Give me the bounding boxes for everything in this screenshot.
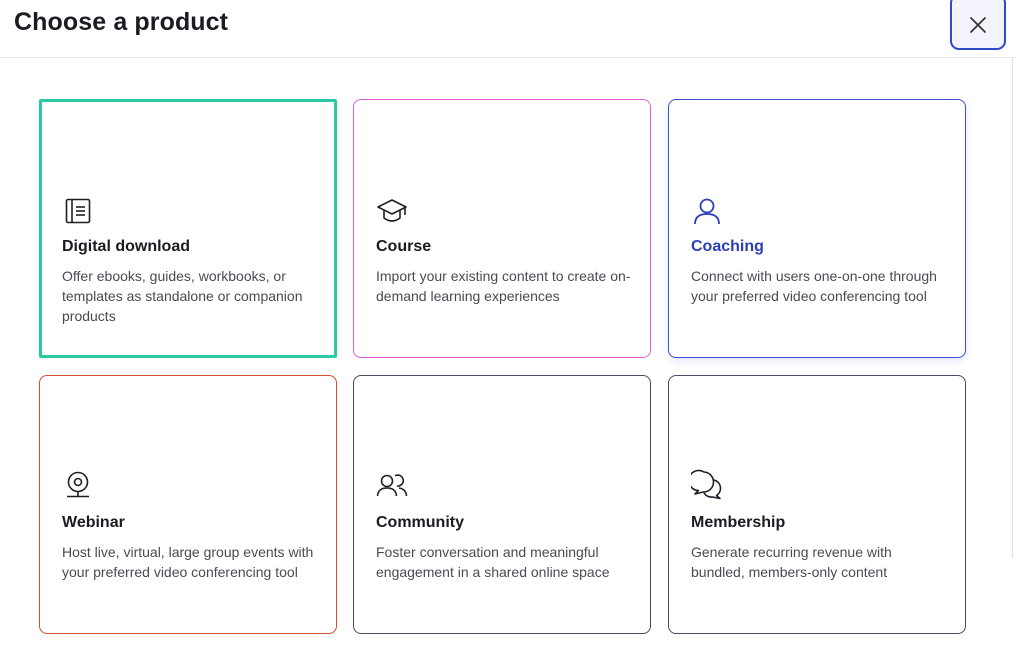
close-button[interactable] <box>950 0 1006 50</box>
product-card-webinar[interactable]: Webinar Host live, virtual, large group … <box>39 375 337 634</box>
notebook-icon <box>65 198 91 224</box>
scrollbar-track <box>1012 58 1013 558</box>
product-description: Import your existing content to create o… <box>376 268 631 304</box>
product-title: Coaching <box>691 238 764 255</box>
product-title: Webinar <box>62 514 125 531</box>
product-description: Offer ebooks, guides, workbooks, or temp… <box>62 268 303 324</box>
product-card-community[interactable]: Community Foster conversation and meanin… <box>353 375 651 634</box>
modal-header: Choose a product <box>0 0 1016 58</box>
product-card-course[interactable]: Course Import your existing content to c… <box>353 99 651 358</box>
webcam-icon <box>67 471 89 498</box>
product-title: Membership <box>691 514 786 531</box>
page-title: Choose a product <box>14 8 229 36</box>
close-icon <box>970 17 986 33</box>
chat-bubbles-icon <box>691 469 722 500</box>
product-card-coaching[interactable]: Coaching Connect with users one-on-one t… <box>668 99 966 358</box>
product-card-digital-download[interactable]: Digital download Offer ebooks, guides, w… <box>39 99 337 358</box>
product-description: Generate recurring revenue with bundled,… <box>691 544 892 580</box>
graduation-cap-icon <box>377 199 407 222</box>
product-description: Connect with users one-on-one through yo… <box>691 268 937 304</box>
product-description: Foster conversation and meaningful engag… <box>376 544 610 580</box>
product-card-membership[interactable]: Membership Generate recurring revenue wi… <box>668 375 966 634</box>
product-description: Host live, virtual, large group events w… <box>62 544 314 580</box>
product-title: Community <box>376 514 464 531</box>
product-title: Digital download <box>62 238 190 255</box>
product-title: Course <box>376 238 432 255</box>
users-icon <box>376 474 408 497</box>
user-icon <box>694 198 720 225</box>
